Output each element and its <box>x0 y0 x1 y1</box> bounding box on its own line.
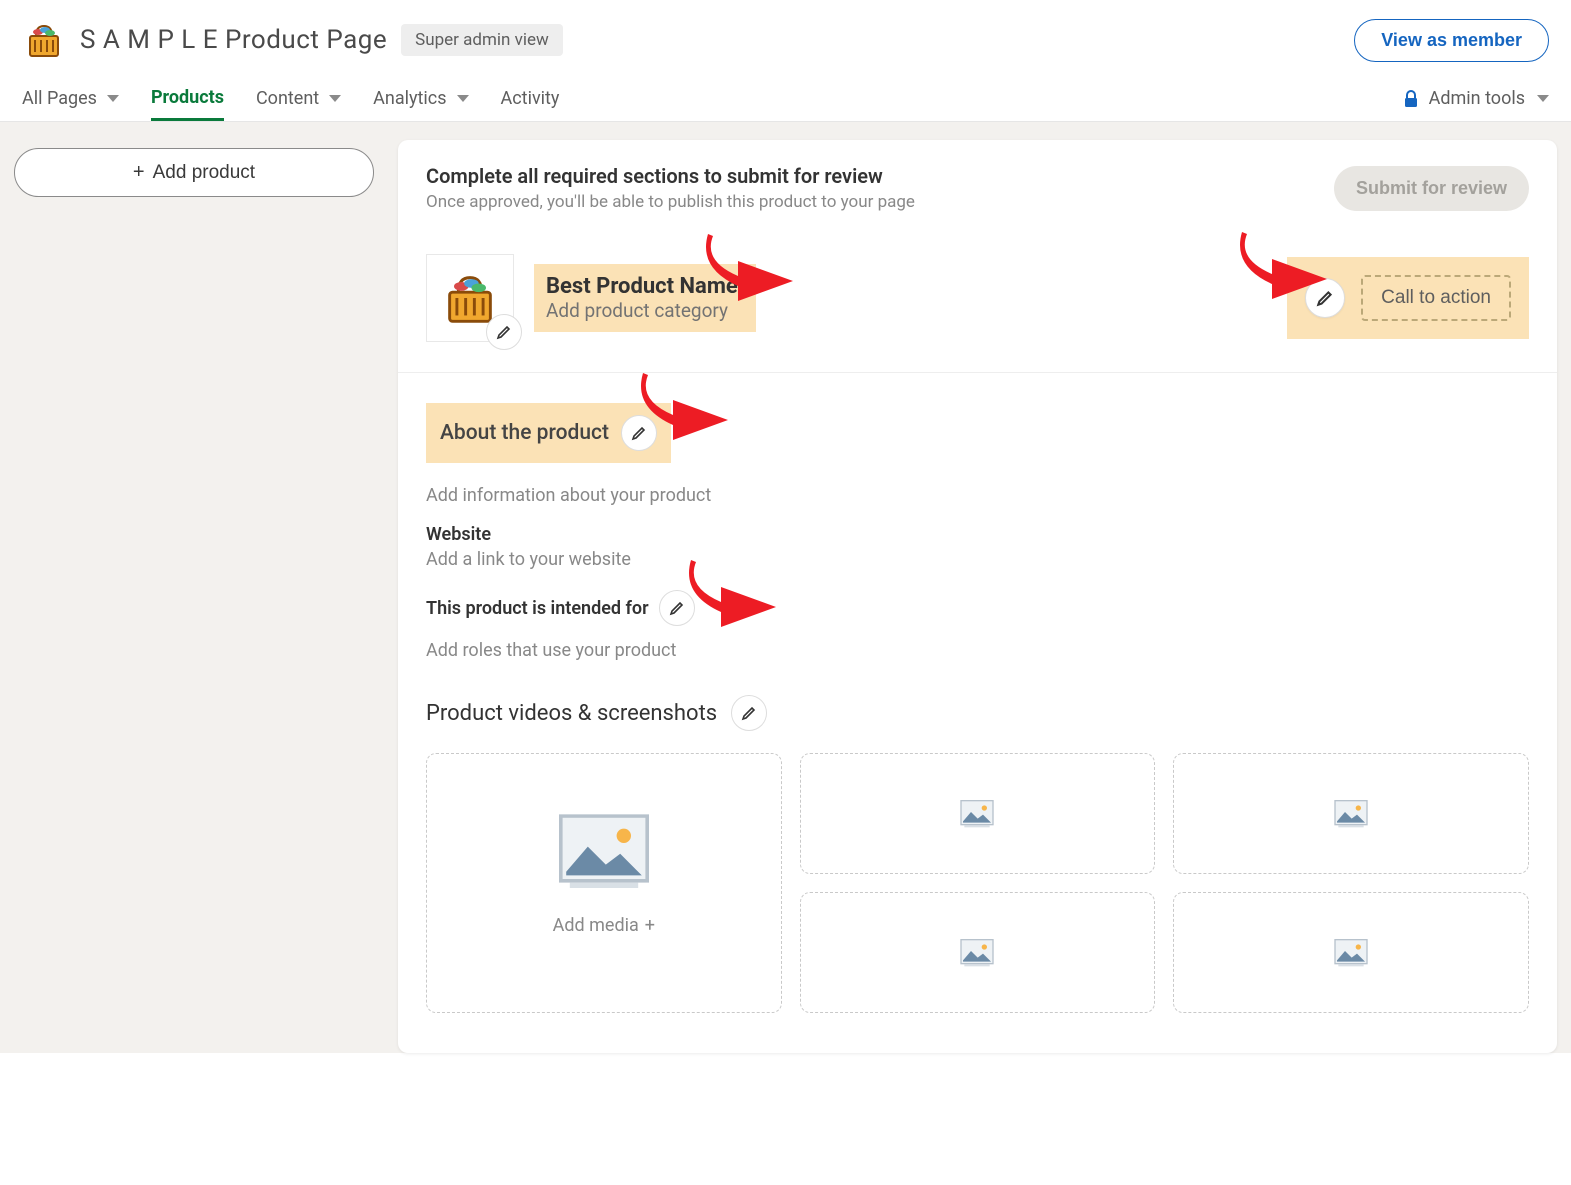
tab-label: Content <box>256 88 319 109</box>
pencil-icon <box>669 600 685 616</box>
about-title-row: About the product <box>426 403 1529 463</box>
side-column: + Add product <box>14 140 374 197</box>
tab-content[interactable]: Content <box>256 76 341 121</box>
plus-icon: + <box>133 161 145 184</box>
image-placeholder-icon <box>559 814 649 890</box>
media-slot[interactable] <box>800 892 1156 1013</box>
add-media-caption: Add media + <box>553 915 655 936</box>
tab-label: Products <box>151 87 224 108</box>
edit-about-button[interactable] <box>621 415 657 451</box>
image-placeholder-icon <box>1334 800 1368 828</box>
tab-all-pages[interactable]: All Pages <box>22 76 119 121</box>
review-heading: Complete all required sections to submit… <box>426 164 915 188</box>
plus-icon: + <box>645 915 655 936</box>
add-product-button[interactable]: + Add product <box>14 148 374 197</box>
cta-button[interactable]: Call to action <box>1361 275 1511 321</box>
chevron-down-icon <box>457 95 469 102</box>
media-slot[interactable] <box>1173 753 1529 874</box>
image-placeholder-icon <box>1334 939 1368 967</box>
tab-products[interactable]: Products <box>151 76 224 121</box>
admin-tools-label: Admin tools <box>1429 88 1525 109</box>
pencil-icon <box>631 425 647 441</box>
review-sub: Once approved, you'll be able to publish… <box>426 192 915 212</box>
tab-bar: All Pages Products Content Analytics Act… <box>0 76 1571 122</box>
chevron-down-icon <box>107 95 119 102</box>
submit-review-button[interactable]: Submit for review <box>1334 166 1529 211</box>
about-title: About the product <box>440 421 609 445</box>
image-placeholder-icon <box>960 939 994 967</box>
tab-label: All Pages <box>22 88 97 109</box>
view-as-member-button[interactable]: View as member <box>1354 19 1549 62</box>
tab-analytics[interactable]: Analytics <box>373 76 468 121</box>
media-slot[interactable] <box>800 753 1156 874</box>
intended-row: This product is intended for <box>426 590 1529 626</box>
annotation-arrow-icon <box>398 771 403 871</box>
chevron-down-icon <box>1537 95 1549 102</box>
about-section: About the product Add information about … <box>398 373 1557 671</box>
edit-intended-button[interactable] <box>659 590 695 626</box>
pencil-icon <box>1316 289 1334 307</box>
about-info-placeholder: Add information about your product <box>426 485 1529 506</box>
media-slot-main[interactable]: Add media + <box>426 753 782 1013</box>
tab-label: Activity <box>501 88 560 109</box>
chevron-down-icon <box>329 95 341 102</box>
pencil-icon <box>496 324 512 340</box>
product-header: Best Product Name Add product category C… <box>398 230 1557 373</box>
review-text: Complete all required sections to submit… <box>426 164 915 212</box>
cta-block: Call to action <box>1287 257 1529 339</box>
product-category-placeholder: Add product category <box>546 299 738 322</box>
website-label: Website <box>426 524 1529 545</box>
media-section: Product videos & screenshots Add media + <box>398 671 1557 1053</box>
page-title: S A M P L E Product Page <box>80 25 387 55</box>
product-name: Best Product Name <box>546 274 738 299</box>
intended-label: This product is intended for <box>426 598 649 619</box>
add-media-label: Add media <box>553 915 639 936</box>
media-grid: Add media + <box>426 753 1529 1013</box>
edit-thumb-button[interactable] <box>486 314 522 350</box>
media-slot[interactable] <box>1173 892 1529 1013</box>
page-header: S A M P L E Product Page Super admin vie… <box>0 0 1571 76</box>
review-bar: Complete all required sections to submit… <box>398 140 1557 230</box>
image-placeholder-icon <box>960 800 994 828</box>
add-product-label: Add product <box>153 162 255 184</box>
edit-media-button[interactable] <box>731 695 767 731</box>
super-admin-badge: Super admin view <box>401 24 563 56</box>
main-panel: Complete all required sections to submit… <box>398 140 1557 1053</box>
edit-cta-button[interactable] <box>1305 278 1345 318</box>
tab-label: Analytics <box>373 88 446 109</box>
media-title: Product videos & screenshots <box>426 701 717 726</box>
website-placeholder: Add a link to your website <box>426 549 1529 570</box>
lock-icon <box>1403 90 1419 108</box>
product-name-block[interactable]: Best Product Name Add product category <box>534 264 756 332</box>
roles-placeholder: Add roles that use your product <box>426 640 1529 661</box>
pencil-icon <box>741 705 757 721</box>
body-area: + Add product Complete all required sect… <box>0 122 1571 1053</box>
admin-tools-menu[interactable]: Admin tools <box>1403 88 1549 109</box>
page-logo-icon <box>22 18 66 62</box>
media-title-row: Product videos & screenshots <box>426 695 1529 731</box>
product-thumb <box>426 254 514 342</box>
tab-activity[interactable]: Activity <box>501 76 560 121</box>
